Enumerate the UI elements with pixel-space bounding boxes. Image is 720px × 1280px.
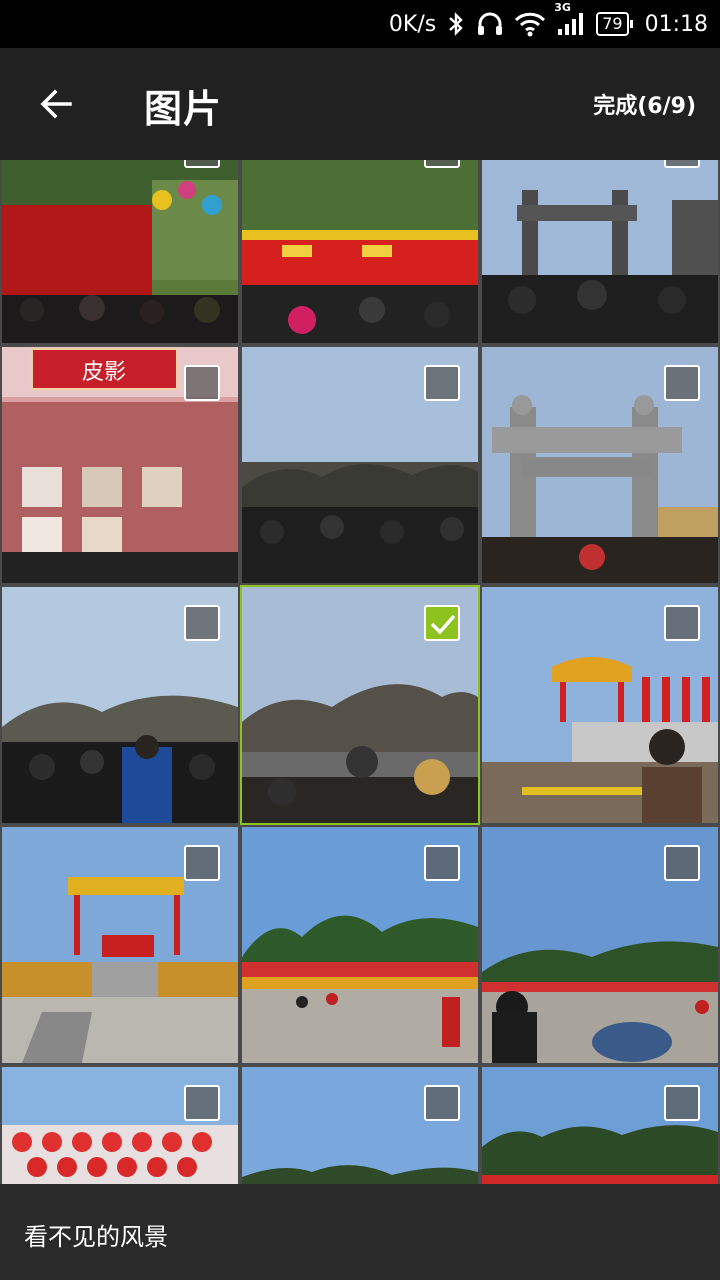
back-button[interactable] <box>28 76 84 132</box>
photo-tile[interactable] <box>482 347 718 583</box>
photo-tile[interactable] <box>482 160 718 343</box>
piying-sign: 皮影 <box>82 360 126 385</box>
select-checkbox[interactable] <box>424 365 460 401</box>
photo-tile[interactable] <box>242 1067 478 1184</box>
select-checkbox[interactable] <box>424 160 460 168</box>
photo-tile[interactable] <box>482 1067 718 1184</box>
photo-tile[interactable] <box>240 585 480 825</box>
select-checkbox[interactable] <box>424 845 460 881</box>
select-checkbox[interactable] <box>184 365 220 401</box>
select-checkbox[interactable] <box>184 845 220 881</box>
market-stall-photo <box>2 160 238 343</box>
select-checkbox[interactable] <box>664 845 700 881</box>
photo-tile[interactable] <box>242 347 478 583</box>
select-checkbox[interactable] <box>664 605 700 641</box>
headphones-icon <box>476 11 504 37</box>
cellular-signal-icon: 3G <box>554 1 586 37</box>
select-checkbox[interactable] <box>664 365 700 401</box>
select-checkbox[interactable] <box>184 1085 220 1121</box>
select-checkbox[interactable] <box>184 605 220 641</box>
stone-gate-photo <box>482 160 718 343</box>
clock: 01:18 <box>644 11 708 37</box>
select-checkbox[interactable] <box>664 1085 700 1121</box>
album-name[interactable]: 看不见的风景 <box>24 1217 168 1252</box>
photo-tile[interactable] <box>2 587 238 823</box>
festival-stage-photo <box>242 160 478 343</box>
album-selector-bar[interactable]: 看不见的风景 <box>0 1184 720 1280</box>
photo-tile[interactable]: 皮影 <box>2 347 238 583</box>
select-checkbox[interactable] <box>664 160 700 168</box>
select-checkbox-checked[interactable] <box>424 605 460 641</box>
checkmark-icon <box>430 614 456 635</box>
bluetooth-icon <box>446 11 466 37</box>
back-arrow-icon <box>40 89 72 119</box>
app-bar: 图片 完成(6/9) <box>0 48 720 160</box>
photo-grid[interactable]: 皮影 <box>0 160 720 1184</box>
photo-tile[interactable] <box>2 160 238 343</box>
network-speed: 0K/s <box>388 11 437 37</box>
wifi-icon <box>514 11 546 37</box>
battery-indicator: 79 <box>596 12 634 36</box>
page-title: 图片 <box>144 87 223 131</box>
photo-tile[interactable] <box>242 827 478 1063</box>
select-checkbox[interactable] <box>424 1085 460 1121</box>
done-button[interactable]: 完成(6/9) <box>593 88 696 120</box>
network-type-label: 3G <box>554 1 571 14</box>
photo-tile[interactable] <box>482 827 718 1063</box>
photo-tile[interactable] <box>2 827 238 1063</box>
photo-tile[interactable] <box>482 587 718 823</box>
select-checkbox[interactable] <box>184 160 220 168</box>
photo-tile[interactable] <box>2 1067 238 1184</box>
status-bar: 0K/s 3G 79 01:18 <box>0 0 720 48</box>
photo-tile[interactable] <box>242 160 478 343</box>
